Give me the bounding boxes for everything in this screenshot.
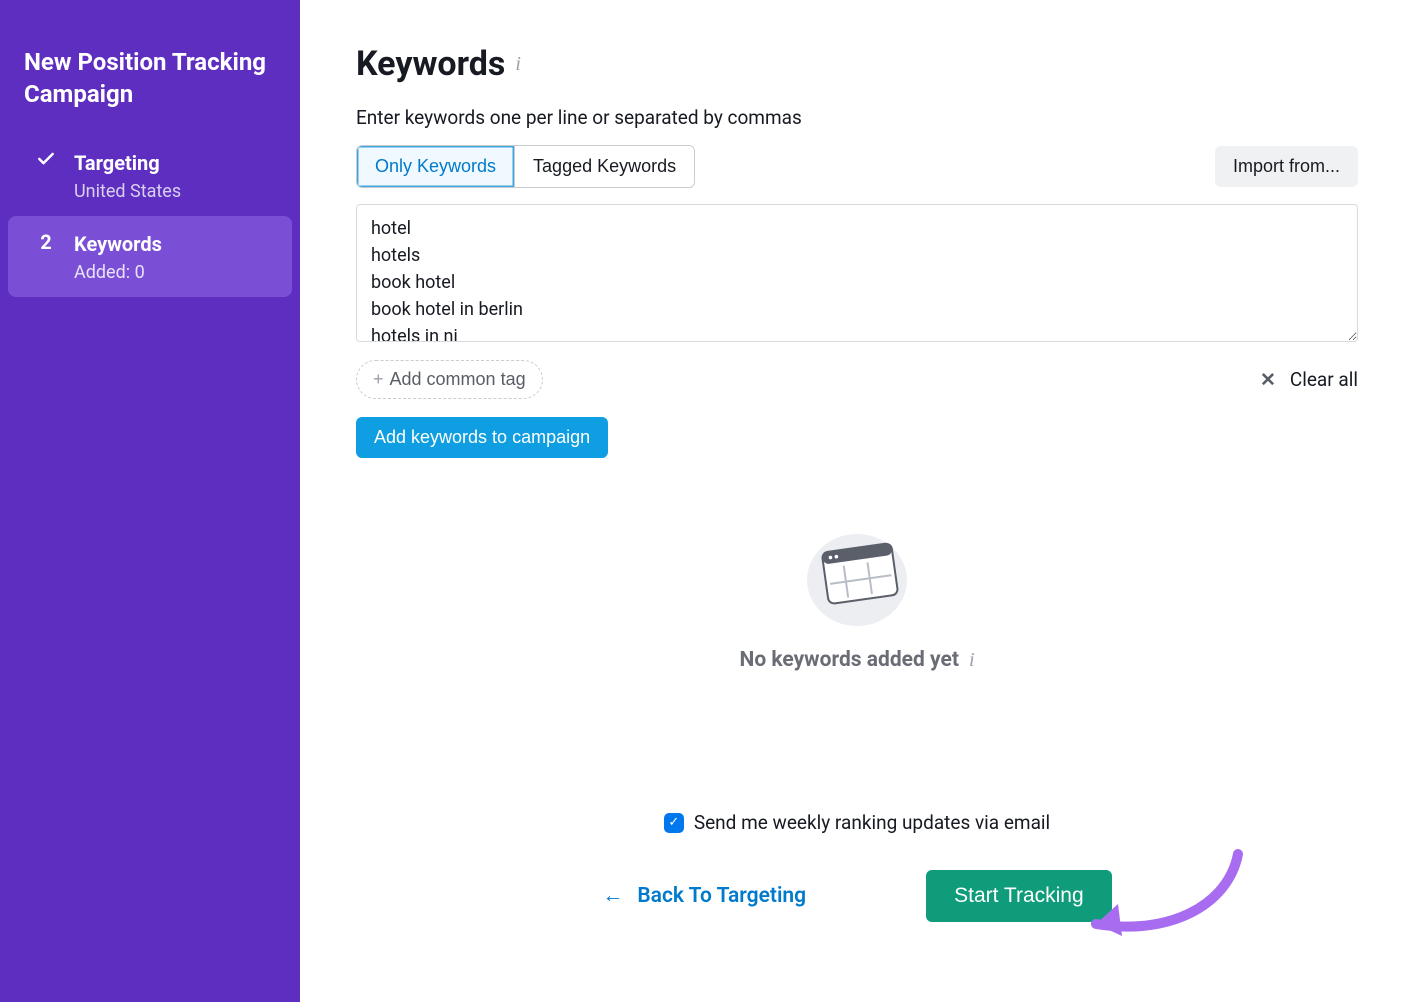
tab-tagged-keywords[interactable]: Tagged Keywords — [515, 146, 694, 187]
sidebar-step-targeting[interactable]: Targeting United States — [8, 135, 292, 216]
check-icon — [32, 149, 60, 202]
tab-row: Only Keywords Tagged Keywords Import fro… — [356, 145, 1358, 188]
page-title: Keywords i — [356, 44, 1358, 84]
clear-all-button[interactable]: ✕ Clear all — [1260, 368, 1358, 391]
arrow-left-icon: ← — [602, 884, 623, 908]
sidebar-step-keywords[interactable]: 2 Keywords Added: 0 — [8, 216, 292, 297]
sidebar: New Position Tracking Campaign Targeting… — [0, 0, 300, 1002]
import-from-button[interactable]: Import from... — [1215, 146, 1358, 187]
keywords-textarea[interactable] — [356, 204, 1358, 342]
step-number: 2 — [32, 230, 60, 283]
step-sub: Added: 0 — [74, 262, 274, 283]
close-icon: ✕ — [1260, 368, 1276, 391]
step-sub: United States — [74, 181, 274, 202]
step-body: Keywords Added: 0 — [74, 230, 274, 283]
subtitle: Enter keywords one per line or separated… — [356, 106, 1358, 129]
back-to-targeting-link[interactable]: ← Back To Targeting — [602, 884, 806, 908]
keyword-mode-tabs: Only Keywords Tagged Keywords — [356, 145, 695, 188]
weekly-checkbox[interactable]: ✓ — [664, 813, 684, 833]
empty-text-label: No keywords added yet — [740, 648, 959, 672]
start-tracking-button[interactable]: Start Tracking — [926, 870, 1112, 922]
tab-only-keywords[interactable]: Only Keywords — [357, 146, 515, 187]
empty-illustration — [797, 514, 917, 634]
add-tag-label: Add common tag — [390, 369, 526, 390]
weekly-label: Send me weekly ranking updates via email — [694, 811, 1050, 834]
weekly-updates-row: ✓ Send me weekly ranking updates via ema… — [356, 811, 1358, 834]
empty-state: No keywords added yet i — [356, 514, 1358, 672]
add-common-tag-button[interactable]: + Add common tag — [356, 360, 543, 399]
page-title-text: Keywords — [356, 44, 505, 84]
info-icon[interactable]: i — [969, 649, 975, 672]
main-content: Keywords i Enter keywords one per line o… — [300, 0, 1416, 1002]
add-keywords-button[interactable]: Add keywords to campaign — [356, 417, 608, 458]
plus-icon: + — [373, 369, 384, 390]
step-label: Targeting — [74, 149, 274, 177]
clear-all-label: Clear all — [1290, 368, 1358, 391]
sidebar-title: New Position Tracking Campaign — [0, 24, 300, 135]
step-body: Targeting United States — [74, 149, 274, 202]
actions-row: ← Back To Targeting Start Tracking — [356, 870, 1358, 922]
back-label: Back To Targeting — [637, 884, 806, 908]
empty-text: No keywords added yet i — [740, 648, 975, 672]
row-below-textarea: + Add common tag ✕ Clear all — [356, 360, 1358, 399]
step-label: Keywords — [74, 230, 274, 258]
info-icon[interactable]: i — [515, 53, 521, 76]
footer: ✓ Send me weekly ranking updates via ema… — [356, 811, 1358, 922]
